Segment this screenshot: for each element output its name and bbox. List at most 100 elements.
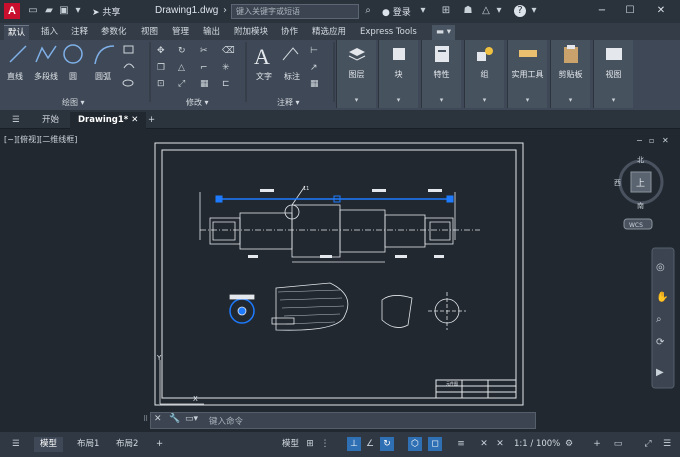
cmd-grip-icon[interactable]: ⠿ (143, 415, 148, 423)
tab-express-tools[interactable]: Express Tools (356, 25, 421, 40)
command-input[interactable]: 键入命令 (209, 415, 243, 427)
tab-featured-apps[interactable]: 精选应用 (308, 25, 350, 40)
search-icon[interactable]: ⌕ (362, 5, 374, 17)
start-tab[interactable]: 开始 (34, 112, 67, 129)
table-icon: ▦ (310, 79, 319, 89)
properties-label: 特性 (433, 70, 450, 79)
hatch-icon (123, 63, 135, 69)
arc-icon (94, 45, 115, 65)
save-icon[interactable]: ▣ (58, 5, 70, 17)
tab-output[interactable]: 输出 (199, 25, 224, 40)
properties-tool[interactable]: 特性 ▾ (421, 40, 461, 108)
tab-manage[interactable]: 管理 (168, 25, 193, 40)
ortho-icon[interactable]: ⊥ (347, 437, 361, 451)
share-button[interactable]: ➤ 共享 (92, 5, 120, 18)
lineweight-icon[interactable]: ≡ (455, 437, 467, 451)
tab-view[interactable]: 视图 (137, 25, 162, 40)
group-label: 组 (480, 70, 489, 79)
annotation-visibility-icon[interactable]: ✕ (478, 437, 490, 451)
cmd-history-icon[interactable]: ▭▾ (185, 414, 198, 424)
layers-tool[interactable]: 图层 ▾ (336, 40, 376, 108)
text-tool[interactable]: 文字 (256, 71, 272, 82)
help-dropdown-icon[interactable]: ▾ (528, 5, 540, 17)
grid-icon[interactable]: ⊞ (304, 437, 316, 451)
explode-icon: ✳ (222, 63, 230, 73)
open-folder-icon[interactable]: ▰ (43, 5, 55, 17)
tab-parametric[interactable]: 参数化 (97, 25, 131, 40)
utilities-tool[interactable]: 实用工具 ▾ (507, 40, 547, 108)
layout-tab-layout2[interactable]: 布局2 (110, 437, 144, 452)
cart-icon[interactable]: ⊞ (440, 5, 452, 17)
cmd-close-icon[interactable]: ✕ (154, 414, 162, 424)
quick-access-dropdown-icon[interactable]: ▾ (72, 5, 84, 17)
app-logo[interactable]: A (4, 3, 20, 19)
isodraft-icon[interactable]: ⬡ (408, 437, 422, 451)
cmd-customize-icon[interactable]: 🔧 (169, 414, 180, 424)
modify-panel-label[interactable]: 修改 ▾ (186, 97, 209, 108)
auto-scale-icon[interactable]: ✕ (494, 437, 506, 451)
login-dropdown-icon[interactable]: ▾ (417, 5, 429, 17)
dimension-tool[interactable]: 标注 (284, 71, 300, 82)
minimize-button[interactable]: − (592, 3, 612, 19)
drawing1-tab[interactable]: Drawing1* ✕ (70, 112, 147, 129)
tab-annotate[interactable]: 注释 (67, 25, 92, 40)
arc-tool[interactable]: 圆弧 (95, 71, 111, 82)
mirror-icon: △ (178, 63, 185, 73)
stretch-icon: ⊡ (157, 79, 165, 89)
annotation-panel-label[interactable]: 注释 ▾ (277, 97, 300, 108)
close-button[interactable]: ✕ (651, 3, 671, 19)
view-label: 视图 (605, 70, 622, 79)
utilities-dropdown-icon: ▾ (525, 96, 530, 104)
circle-tool[interactable]: 圆 (69, 71, 77, 82)
polyline-tool[interactable]: 多段线 (34, 71, 58, 82)
new-tab-icon[interactable]: + (140, 112, 163, 129)
search-input[interactable]: 键入关键字或短语 (231, 4, 359, 19)
annotation-monitor-icon[interactable]: + (591, 437, 603, 451)
polar-icon[interactable]: ∠ (364, 437, 376, 451)
array-icon: ▦ (200, 79, 209, 89)
workspace-gear-icon[interactable]: ⚙ (563, 437, 575, 451)
view-dropdown-icon: ▾ (611, 96, 616, 104)
tab-addins[interactable]: 附加模块 (230, 25, 272, 40)
line-tool[interactable]: 直线 (7, 71, 23, 82)
dimension-icon (282, 47, 299, 61)
annotation-scale[interactable]: 1:1 / 100% (508, 437, 566, 452)
help-icon[interactable]: ? (514, 5, 526, 17)
layout-tab-model[interactable]: 模型 (34, 437, 64, 452)
viewport-label[interactable]: [−][俯视][二维线框] (4, 134, 77, 145)
tab-home[interactable]: 默认 (4, 25, 30, 40)
osnap-icon[interactable]: ◻ (428, 437, 442, 451)
new-file-icon[interactable]: ▭ (27, 5, 39, 17)
menu-icon[interactable]: ☰ (4, 112, 28, 129)
login-button[interactable]: ● 登录 (382, 5, 411, 18)
a360-dropdown-icon[interactable]: ▾ (493, 5, 505, 17)
document-title: Drawing1.dwg (155, 5, 219, 16)
offset-icon: ⊏ (222, 79, 230, 89)
block-tool[interactable]: 块 ▾ (378, 40, 418, 108)
group-tool[interactable]: 组 ▾ (464, 40, 504, 108)
osnap-track-icon[interactable]: ↻ (380, 437, 394, 451)
ribbon-tab-bar: 默认 插入 注释 参数化 视图 管理 输出 附加模块 协作 精选应用 Expre… (0, 23, 680, 40)
view-tool[interactable]: 视图 ▾ (593, 40, 633, 108)
tab-collaborate[interactable]: 协作 (277, 25, 302, 40)
add-layout-icon[interactable]: + (150, 437, 169, 452)
drawing-viewport[interactable] (0, 130, 680, 432)
tab-insert[interactable]: 插入 (37, 25, 62, 40)
model-space-toggle[interactable]: 模型 (276, 437, 305, 452)
block-label: 块 (394, 70, 403, 79)
ribbon-options-icon[interactable]: ▬ ▾ (432, 25, 455, 40)
fullscreen-icon[interactable]: ⤢ (641, 437, 655, 451)
hardware-accel-icon[interactable]: ▭ (612, 437, 624, 451)
people-icon[interactable]: ☗ (462, 5, 474, 17)
close-tab-icon[interactable]: ✕ (131, 115, 138, 125)
layout-tab-layout1[interactable]: 布局1 (71, 437, 105, 452)
status-menu-icon[interactable]: ☰ (6, 437, 26, 452)
draw-panel-label[interactable]: 绘图 ▾ (62, 97, 85, 108)
snap-icon[interactable]: ⋮ (319, 437, 331, 451)
maximize-button[interactable]: ☐ (620, 3, 640, 19)
clipboard-label: 剪贴板 (558, 70, 583, 79)
login-label: 登录 (392, 8, 411, 18)
autodesk-a360-icon[interactable]: △ (480, 5, 492, 17)
customize-status-icon[interactable]: ☰ (660, 437, 674, 451)
clipboard-tool[interactable]: 剪贴板 ▾ (550, 40, 590, 108)
